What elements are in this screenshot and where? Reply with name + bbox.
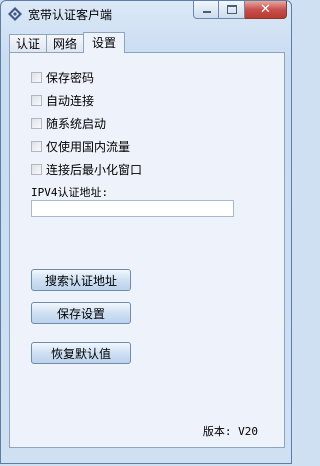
caption-buttons: ✕ [193,1,287,19]
domestic-traffic-option[interactable]: 仅使用国内流量 [31,138,130,154]
start-with-system-option[interactable]: 随系统启动 [31,115,106,131]
minimize-after-connect-label: 连接后最小化窗口 [46,162,143,177]
version-label: 版本: V20 [202,425,258,438]
close-icon: ✕ [260,2,271,17]
title-bar[interactable]: 宽带认证客户端 ✕ [1,1,291,27]
save-password-label: 保存密码 [46,70,95,85]
minimize-button[interactable] [193,1,219,19]
ipv4-address-label: IPV4认证地址: [31,186,109,199]
settings-panel: 保存密码 自动连接 随系统启动 仅使用国内流量 连接后最小化窗口 IPV4认证地… [9,52,285,448]
auto-connect-checkbox[interactable] [31,94,42,106]
start-with-system-label: 随系统启动 [46,116,107,131]
window-title: 宽带认证客户端 [28,8,113,22]
auto-connect-label: 自动连接 [46,93,95,108]
tab-network[interactable]: 网络 [46,34,85,53]
minimize-after-connect-option[interactable]: 连接后最小化窗口 [31,161,142,177]
close-button[interactable]: ✕ [245,1,287,19]
save-settings-button[interactable]: 保存设置 [31,302,131,324]
start-with-system-checkbox[interactable] [31,117,42,129]
tab-settings[interactable]: 设置 [83,32,126,53]
minimize-after-connect-checkbox[interactable] [31,163,42,175]
restore-defaults-button[interactable]: 恢复默认值 [31,342,131,364]
domestic-traffic-label: 仅使用国内流量 [46,139,131,154]
domestic-traffic-checkbox[interactable] [31,140,42,152]
save-password-checkbox[interactable] [31,71,42,83]
save-password-option[interactable]: 保存密码 [31,69,94,85]
search-auth-address-button[interactable]: 搜索认证地址 [31,269,131,291]
tab-strip: 认证 网络 设置 [9,32,126,53]
ipv4-address-input[interactable] [31,200,234,217]
app-window: 宽带认证客户端 ✕ 认证 网络 设置 保存密码 自动连接 随系统启动 仅使用国内… [0,0,292,464]
maximize-button[interactable] [219,1,245,19]
auto-connect-option[interactable]: 自动连接 [31,92,94,108]
app-logo-icon [8,7,22,21]
tab-auth[interactable]: 认证 [9,34,48,53]
